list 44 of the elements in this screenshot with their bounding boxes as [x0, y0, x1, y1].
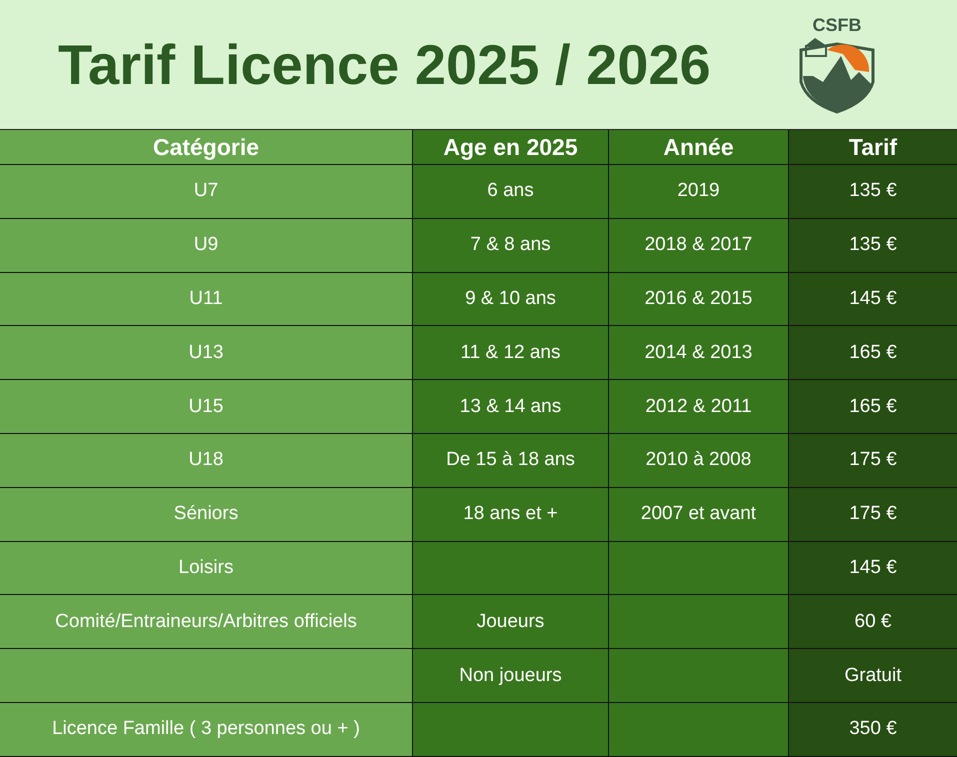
table-cell: U11 [0, 272, 413, 326]
table-cell: 175 € [789, 434, 957, 488]
table-cell: 2007 et avant [609, 488, 789, 542]
column-header: Age en 2025 [413, 130, 609, 165]
table-cell: Gratuit [789, 649, 957, 703]
table-cell: 9 & 10 ans [413, 272, 609, 326]
table-cell: Licence Famille ( 3 personnes ou + ) [0, 702, 413, 757]
table-cell: 175 € [789, 488, 957, 542]
logo-text: CSFB [812, 15, 862, 36]
table-cell: 11 & 12 ans [413, 326, 609, 380]
table-cell: U18 [0, 434, 413, 488]
table-cell: 2018 & 2017 [609, 218, 789, 273]
column-header: Catégorie [0, 130, 413, 165]
table-cell: 2016 & 2015 [609, 272, 789, 326]
table-cell: Comité/Entraineurs/Arbitres officiels [0, 595, 413, 650]
table-cell: U15 [0, 380, 413, 434]
table-cell: 2019 [609, 165, 789, 219]
table-cell: 135 € [789, 165, 957, 219]
table-cell: Joueurs [413, 595, 609, 650]
table-cell: 18 ans et + [413, 488, 609, 542]
table-cell: 145 € [789, 542, 957, 596]
table-cell: 165 € [789, 326, 957, 380]
table-cell: 145 € [789, 272, 957, 326]
table-cell: U13 [0, 326, 413, 380]
table-cell: 2010 à 2008 [609, 434, 789, 488]
table-cell: 60 € [789, 595, 957, 650]
table-cell: 6 ans [413, 165, 609, 219]
table-cell: U9 [0, 218, 413, 273]
table-cell: Séniors [0, 488, 413, 542]
table-cell: 13 & 14 ans [413, 380, 609, 434]
shield-logo-icon [797, 36, 877, 114]
column-header: Tarif [789, 130, 957, 165]
table-cell: 2012 & 2011 [609, 380, 789, 434]
table-cell: Non joueurs [413, 649, 609, 703]
table-cell: Loisirs [0, 542, 413, 596]
table-cell: De 15 à 18 ans [413, 434, 609, 488]
table-cell: U7 [0, 165, 413, 219]
table-cell: 165 € [789, 380, 957, 434]
table-cell: 7 & 8 ans [413, 218, 609, 273]
table-cell: 350 € [789, 702, 957, 757]
table-cell: 2014 & 2013 [609, 326, 789, 380]
page-title: Tarif Licence 2025 / 2026 [58, 32, 711, 97]
table-cell: 135 € [789, 218, 957, 273]
column-header: Année [609, 130, 789, 165]
